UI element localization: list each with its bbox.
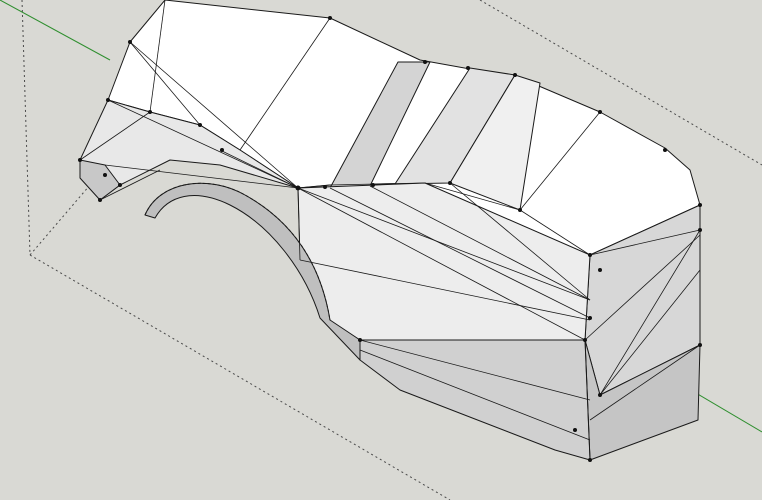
- side-face-lower[interactable]: [359, 339, 591, 461]
- vehicle-body-model[interactable]: [79, 0, 701, 461]
- guide-line-left-vertical: [21, 0, 31, 256]
- sketchup-3d-viewport[interactable]: [0, 0, 762, 500]
- green-axis-top: [0, 0, 111, 61]
- guide-line-short: [29, 184, 91, 256]
- model-canvas[interactable]: [0, 0, 762, 500]
